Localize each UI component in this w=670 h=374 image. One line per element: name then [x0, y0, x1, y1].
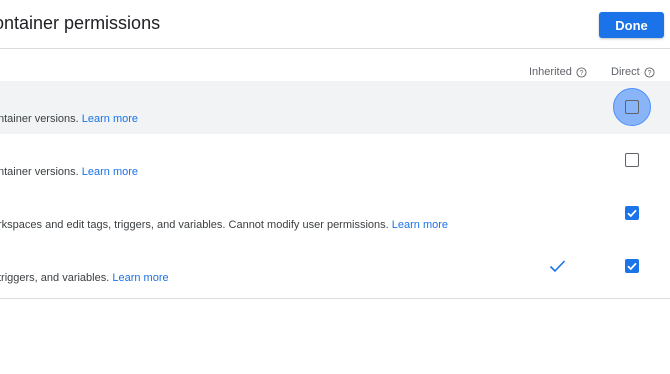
direct-checkbox[interactable] [625, 206, 639, 220]
direct-checkbox[interactable] [625, 100, 639, 114]
svg-text:?: ? [647, 69, 651, 76]
permission-row: triggers, and variables. Learn more [0, 240, 670, 293]
inherited-check-icon [549, 260, 566, 273]
inherited-label: Inherited [529, 66, 572, 78]
permission-row: rkspaces and edit tags, triggers, and va… [0, 187, 670, 240]
column-header-inherited: Inherited ? [529, 66, 587, 78]
permission-row: ntainer versions. Learn more [0, 81, 670, 134]
svg-text:?: ? [579, 69, 583, 76]
checkmark-icon [627, 262, 637, 271]
done-button[interactable]: Done [599, 12, 664, 38]
table-bottom-divider [0, 298, 670, 299]
permission-row: ntainer versions. Learn more [0, 134, 670, 187]
question-circle-icon[interactable]: ? [576, 66, 587, 78]
learn-more-link[interactable]: Learn more [112, 272, 168, 284]
permission-description: rkspaces and edit tags, triggers, and va… [0, 219, 449, 231]
question-circle-icon[interactable]: ? [644, 66, 655, 78]
dialog-header: ontainer permissions Done [0, 0, 670, 49]
dialog-title: ontainer permissions [0, 13, 161, 33]
permission-description: ntainer versions. Learn more [0, 113, 139, 125]
permission-description: triggers, and variables. Learn more [0, 272, 169, 284]
column-header-direct: Direct ? [611, 66, 655, 78]
direct-checkbox[interactable] [625, 259, 639, 273]
direct-checkbox[interactable] [625, 153, 639, 167]
direct-label: Direct [611, 66, 640, 78]
permission-description: ntainer versions. Learn more [0, 166, 139, 178]
checkmark-icon [627, 209, 637, 218]
learn-more-link[interactable]: Learn more [82, 113, 138, 125]
learn-more-link[interactable]: Learn more [392, 219, 448, 231]
learn-more-link[interactable]: Learn more [82, 166, 138, 178]
